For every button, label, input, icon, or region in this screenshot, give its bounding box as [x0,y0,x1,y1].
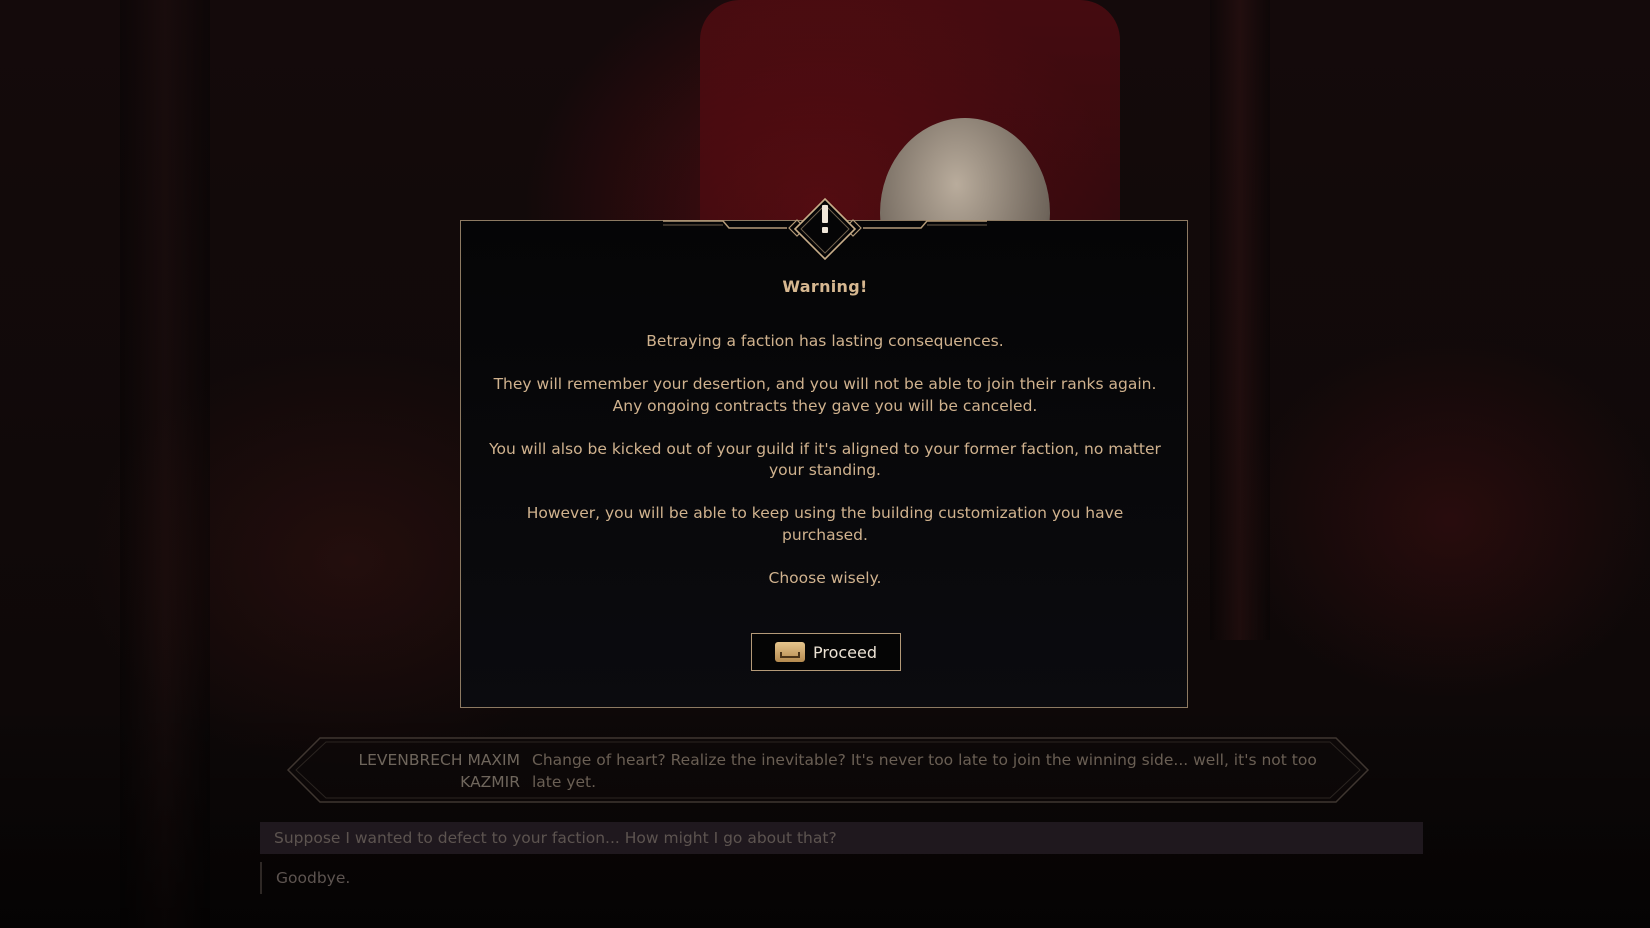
speaker-line: Change of heart? Realize the inevitable?… [532,751,1317,791]
pillar-right [1210,0,1270,640]
reply-option[interactable]: Goodbye. [260,862,1423,894]
dialog-body: Betraying a faction has lasting conseque… [489,331,1161,611]
dialog-paragraph: They will remember your desertion, and y… [493,375,1157,415]
dialog-paragraph: Choose wisely. [768,568,882,587]
dialog-paragraph: Betraying a faction has lasting conseque… [646,332,1004,350]
exclamation-icon [815,205,835,241]
proceed-button-label: Proceed [812,642,878,662]
dialog-paragraph: You will also be kicked out of your guil… [489,439,1161,480]
reply-option-label: Suppose I wanted to defect to your facti… [274,829,837,847]
speaker-name: LEVENBRECH MAXIM KAZMIR [358,751,520,791]
space-key-icon [774,642,805,662]
reply-option[interactable]: Suppose I wanted to defect to your facti… [260,822,1423,854]
warning-dialog: Warning! Betraying a faction has lasting… [460,197,1188,708]
proceed-button[interactable]: Proceed [751,633,901,671]
npc-dialogue-banner: LEVENBRECH MAXIM KAZMIR Change of heart?… [286,736,1370,804]
dialog-paragraph: However, you will be able to keep using … [526,504,1124,544]
dialog-title: Warning! [782,277,868,296]
reply-option-label: Goodbye. [276,869,351,887]
